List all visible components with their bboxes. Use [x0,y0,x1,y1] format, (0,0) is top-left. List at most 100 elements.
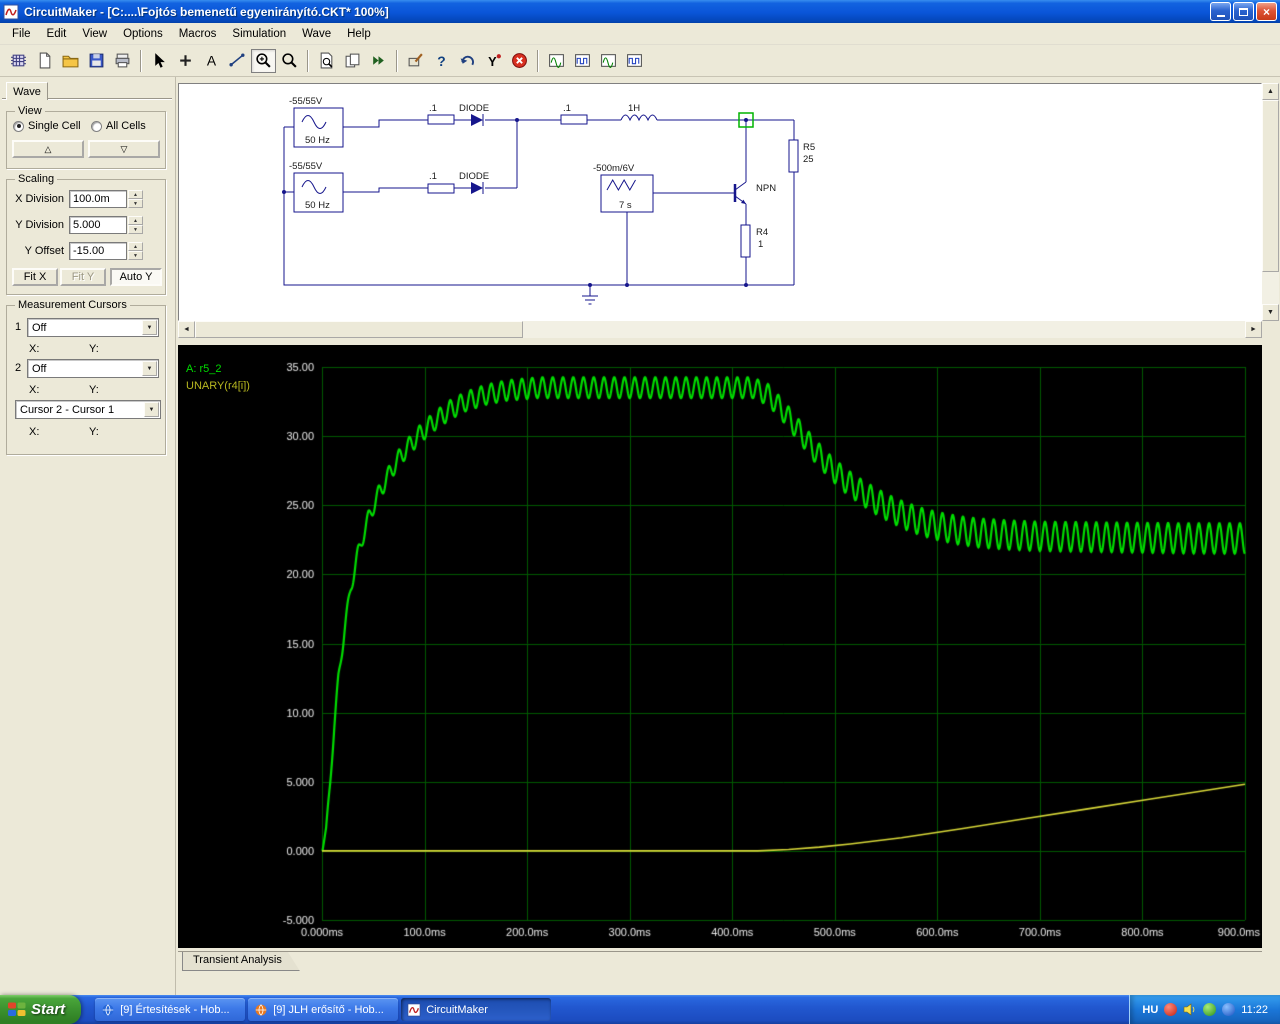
wave-panel: Wave View Single Cell All Cells △ ▽ Scal… [0,77,176,995]
minimize-button[interactable] [1210,2,1231,21]
task-button-web2[interactable]: [9] JLH erősítő - Hob... [248,998,399,1021]
stepper-up-icon[interactable] [128,190,143,199]
menu-item-simulation[interactable]: Simulation [224,25,294,43]
inductor-l1[interactable] [620,114,658,122]
stepper-up-icon[interactable] [128,242,143,251]
network-icon[interactable] [1222,1003,1236,1016]
radio-all-cells-control[interactable] [91,120,102,132]
stepper-up-icon[interactable] [128,216,143,225]
menu-item-view[interactable]: View [74,25,115,43]
cursor-diff-dropdown[interactable]: Cursor 2 - Cursor 1 [15,400,161,419]
y-offset-stepper[interactable] [128,242,143,260]
scroll-left-icon[interactable] [178,321,195,338]
zoom-select-icon[interactable] [251,48,276,73]
scroll-up-icon[interactable] [1262,83,1279,100]
close-button[interactable]: × [1256,2,1277,21]
schematic-vertical-scrollbar[interactable] [1262,83,1279,321]
scope-analog-icon[interactable] [544,49,569,73]
menu-item-macros[interactable]: Macros [171,25,225,43]
cursor2-dropdown[interactable]: Off [27,359,159,378]
menu-item-wave[interactable]: Wave [294,25,339,43]
task-button-web[interactable]: [9] Értesítések - Hob... [95,998,246,1021]
menu-item-options[interactable]: Options [115,25,171,43]
junction-dots [282,118,748,287]
scope-digital-icon[interactable] [570,49,595,73]
task-button-active[interactable]: CircuitMaker [401,998,552,1021]
schematic-canvas[interactable]: -55/55V 50 Hz -55/55V 50 Hz .1 DIODE .1 DIODE .1… [179,84,1261,320]
menu-item-edit[interactable]: Edit [39,25,75,43]
probe-y-icon[interactable] [481,49,506,73]
run-simulation-icon[interactable] [366,49,391,73]
wave-previous-button[interactable]: △ [12,140,84,158]
y-division-stepper[interactable] [128,216,143,234]
new-file-icon[interactable] [32,49,57,73]
y-offset-input[interactable] [69,242,127,260]
resistor-r3[interactable] [560,114,588,125]
resistor-r2[interactable] [427,183,455,194]
menu-item-file[interactable]: File [4,25,39,43]
y-division-input[interactable] [69,216,127,234]
save-icon[interactable] [84,49,109,73]
stepper-down-icon[interactable] [128,199,143,208]
menu-item-help[interactable]: Help [339,25,379,43]
horizontal-scroll-thumb[interactable] [195,321,523,338]
open-file-icon[interactable] [58,49,83,73]
waveform-plot[interactable]: A: r5_2 UNARY(r4[i]) [178,345,1262,948]
x-division-stepper[interactable] [128,190,143,208]
transistor-npn[interactable] [733,181,747,205]
chevron-down-icon[interactable] [144,402,159,417]
select-arrow-icon[interactable] [147,49,172,73]
chevron-down-icon[interactable] [142,361,157,376]
tab-wave[interactable]: Wave [6,82,48,100]
text-tool-icon[interactable] [199,49,224,73]
print-icon[interactable] [110,49,135,73]
shield-icon[interactable] [1164,1003,1178,1016]
volume-icon[interactable] [1183,1003,1197,1016]
diode-d1[interactable] [471,114,484,126]
schematic-label: -500m/6V [593,163,635,174]
radio-single-cell[interactable]: Single Cell [13,120,81,132]
wire-tool-icon[interactable] [225,49,250,73]
auto-y-button[interactable]: Auto Y [110,268,162,286]
chevron-down-icon[interactable] [142,320,157,335]
stepper-down-icon[interactable] [128,251,143,260]
restore-button[interactable] [1233,2,1254,21]
radio-single-cell-label: Single Cell [28,120,81,132]
digital-ic-icon[interactable] [6,49,31,73]
fit-y-button[interactable]: Fit Y [60,268,106,286]
help-tool-icon[interactable] [429,49,454,73]
radio-single-cell-control[interactable] [13,120,24,132]
undo-icon[interactable] [455,49,480,73]
resistor-r4[interactable] [740,224,751,258]
find-device-icon[interactable] [314,49,339,73]
pages-icon[interactable] [340,49,365,73]
start-button[interactable]: Start [0,995,82,1024]
schematic-horizontal-scrollbar[interactable] [178,321,1262,338]
stepper-down-icon[interactable] [128,225,143,234]
probe-edit-icon[interactable] [403,49,428,73]
add-part-icon[interactable] [173,49,198,73]
x-division-input[interactable] [69,190,127,208]
fit-x-button[interactable]: Fit X [12,268,58,286]
scope-mixed-icon[interactable] [596,49,621,73]
scroll-right-icon[interactable] [1245,321,1262,338]
wave-next-button[interactable]: ▽ [88,140,160,158]
vertical-scroll-thumb[interactable] [1262,100,1279,272]
system-tray: HU 11:22 [1129,995,1280,1024]
scope-bus-icon[interactable] [622,49,647,73]
resistor-r1[interactable] [427,114,455,125]
scroll-down-icon[interactable] [1262,304,1279,321]
cursor1-dropdown[interactable]: Off [27,318,159,337]
tab-transient-analysis[interactable]: Transient Analysis [182,952,300,971]
zoom-tool-icon[interactable] [277,49,302,73]
messenger-icon[interactable] [1203,1003,1217,1016]
stop-simulation-icon[interactable] [507,49,532,73]
diode-d2[interactable] [471,182,484,194]
waveform-plot-canvas[interactable] [178,345,1262,948]
radio-all-cells[interactable]: All Cells [91,120,146,132]
language-indicator[interactable]: HU [1142,1004,1158,1016]
schematic-label: R4 [756,227,768,238]
schematic-view[interactable]: -55/55V 50 Hz -55/55V 50 Hz .1 DIODE .1 DIODE .1… [178,83,1262,321]
cursor-diff-y-label: Y: [89,426,99,438]
resistor-r5[interactable] [788,139,799,173]
